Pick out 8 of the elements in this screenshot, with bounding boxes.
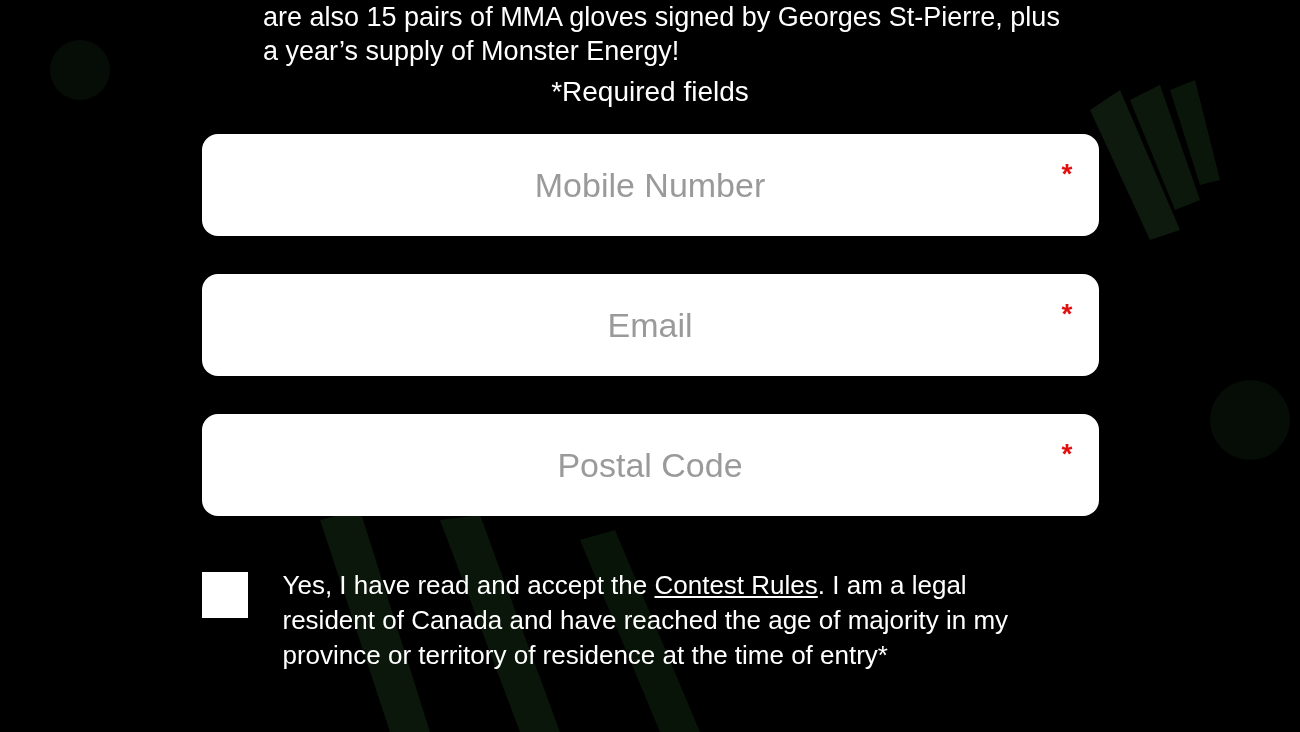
consent-text: Yes, I have read and accept the Contest Rules. I am a legal resident of Canada and have reached the age of majority in my province or territory of residence at the time of entry*: [282, 569, 1010, 672]
required-mark: *: [1061, 298, 1073, 330]
contest-rules-link[interactable]: Contest Rules: [654, 570, 818, 600]
intro-text: are also 15 pairs of MMA gloves signed by Georges St-Pierre, plus a year’s supply of Monster Energy!: [262, 1, 1061, 68]
required-mark: *: [1061, 438, 1073, 470]
required-mark: *: [1061, 158, 1073, 190]
required-fields-note: *Required fields: [551, 76, 749, 108]
checkbox[interactable]: [201, 572, 248, 618]
